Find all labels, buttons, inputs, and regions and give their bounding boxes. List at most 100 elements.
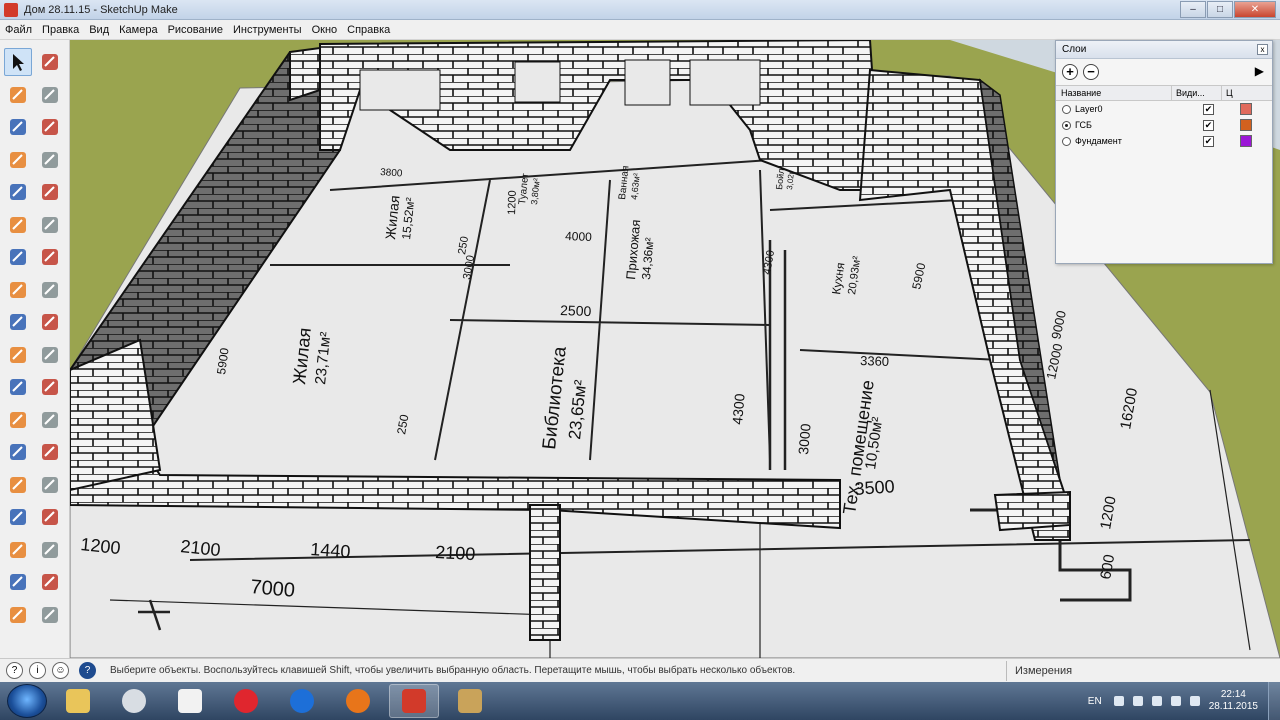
axes-tool[interactable] [4, 438, 32, 466]
dimension-tool[interactable] [36, 373, 64, 401]
3d-text-tool[interactable] [36, 438, 64, 466]
taskbar-opera[interactable] [221, 684, 271, 718]
layer-visible-checkbox[interactable]: ✔ [1203, 135, 1214, 147]
layer-name[interactable]: ГСБ [1075, 120, 1193, 130]
zoom-extents-tool[interactable] [4, 536, 32, 564]
geolocation-icon[interactable]: ? [6, 662, 23, 679]
delete-layer-button[interactable]: − [1083, 64, 1099, 80]
rotate-tool[interactable] [4, 308, 32, 336]
section-plane-icon [42, 606, 58, 623]
push-pull-tool[interactable] [36, 276, 64, 304]
layer-row[interactable]: ГСБ ✔ [1056, 117, 1272, 133]
maximize-button[interactable]: □ [1207, 1, 1233, 18]
rectangle-tool[interactable] [4, 146, 32, 174]
language-indicator[interactable]: EN [1088, 696, 1102, 707]
tray-icon[interactable] [1132, 696, 1143, 706]
layer-name[interactable]: Layer0 [1075, 104, 1193, 114]
active-layer-radio[interactable] [1062, 104, 1071, 114]
credits-icon[interactable]: i [29, 662, 46, 679]
layer-row[interactable]: Фундамент ✔ [1056, 133, 1272, 149]
taskbar-tool[interactable] [445, 684, 495, 718]
line-tool[interactable] [4, 113, 32, 141]
position-camera-tool[interactable] [4, 568, 32, 596]
layers-details-arrow-icon[interactable]: ▶ [1255, 64, 1264, 78]
paint-bucket-tool[interactable] [4, 81, 32, 109]
menu-window[interactable]: Окно [307, 24, 343, 36]
menu-tools[interactable]: Инструменты [228, 24, 307, 36]
move-tool[interactable] [4, 276, 32, 304]
taskbar-explorer[interactable] [53, 684, 103, 718]
show-desktop-button[interactable] [1268, 682, 1280, 720]
layer-name[interactable]: Фундамент [1075, 136, 1193, 146]
taskbar-settings[interactable] [109, 684, 159, 718]
zoom-tool[interactable] [4, 503, 32, 531]
network-icon[interactable] [1170, 696, 1181, 706]
close-button[interactable]: ✕ [1234, 1, 1276, 18]
freehand-tool[interactable] [36, 113, 64, 141]
three-point-arc-tool[interactable] [36, 243, 64, 271]
pie-icon [42, 216, 58, 233]
follow-me-tool[interactable] [36, 308, 64, 336]
pie-tool[interactable] [36, 211, 64, 239]
menu-file[interactable]: Файл [0, 24, 37, 36]
gear-icon [122, 689, 146, 713]
protractor-tool[interactable] [4, 406, 32, 434]
make-component-tool[interactable] [36, 48, 64, 76]
menu-view[interactable]: Вид [84, 24, 114, 36]
taskbar-teamviewer[interactable] [277, 684, 327, 718]
menu-draw[interactable]: Рисование [163, 24, 228, 36]
volume-icon[interactable] [1189, 696, 1200, 706]
taskbar-sketchup[interactable] [389, 684, 439, 718]
taskbar-calendar[interactable] [165, 684, 215, 718]
column-color[interactable]: Ц [1222, 86, 1242, 100]
layer-visible-checkbox[interactable]: ✔ [1203, 119, 1214, 131]
status-message: Выберите объекты. Воспользуйтесь клавише… [110, 665, 796, 676]
sketchup-app-icon [4, 2, 18, 17]
user-icon[interactable]: ☺ [52, 662, 69, 679]
walk-tool[interactable] [4, 601, 32, 629]
clock[interactable]: 22:14 28.11.2015 [1209, 689, 1258, 713]
polygon-tool[interactable] [36, 178, 64, 206]
zoom-window-tool[interactable] [36, 503, 64, 531]
column-visible[interactable]: Види... [1172, 86, 1222, 100]
menu-camera[interactable]: Камера [114, 24, 162, 36]
pan-tool[interactable] [36, 471, 64, 499]
layer-row[interactable]: Layer0 ✔ [1056, 101, 1272, 117]
taskbar-firefox[interactable] [333, 684, 383, 718]
text-icon [42, 411, 58, 428]
active-layer-radio[interactable] [1062, 120, 1071, 130]
eraser-tool[interactable] [36, 81, 64, 109]
layer-color-swatch[interactable] [1240, 103, 1252, 115]
layer-color-swatch[interactable] [1240, 119, 1252, 131]
close-icon[interactable]: x [1257, 44, 1268, 55]
layer-visible-checkbox[interactable]: ✔ [1203, 103, 1214, 115]
add-layer-button[interactable]: + [1062, 64, 1078, 80]
minimize-button[interactable]: – [1180, 1, 1206, 18]
circle-tool[interactable] [4, 178, 32, 206]
active-layer-radio[interactable] [1062, 136, 1071, 146]
text-tool[interactable] [36, 406, 64, 434]
tape-measure-tool[interactable] [4, 373, 32, 401]
section-plane-tool[interactable] [36, 601, 64, 629]
menu-edit[interactable]: Правка [37, 24, 84, 36]
scale-tool[interactable] [4, 341, 32, 369]
select-tool[interactable] [4, 48, 32, 76]
orbit-tool[interactable] [4, 471, 32, 499]
offset-tool[interactable] [36, 341, 64, 369]
start-button[interactable] [7, 684, 47, 718]
menu-help[interactable]: Справка [342, 24, 395, 36]
layer-color-swatch[interactable] [1240, 135, 1252, 147]
look-around-tool[interactable] [36, 568, 64, 596]
two-point-arc-tool[interactable] [4, 243, 32, 271]
measurements-box[interactable]: Измерения [1006, 661, 1280, 681]
windows-taskbar: EN 22:14 28.11.2015 [0, 682, 1280, 720]
arc-tool[interactable] [4, 211, 32, 239]
tray-icon[interactable] [1151, 696, 1162, 706]
help-icon[interactable]: ? [79, 662, 96, 679]
dimension-label: 1440 [310, 539, 351, 562]
rotated-rectangle-tool[interactable] [36, 146, 64, 174]
previous-view-tool[interactable] [36, 536, 64, 564]
column-name[interactable]: Название [1056, 86, 1172, 100]
dimension-label: 7000 [250, 576, 296, 602]
tray-icon[interactable] [1113, 696, 1124, 706]
